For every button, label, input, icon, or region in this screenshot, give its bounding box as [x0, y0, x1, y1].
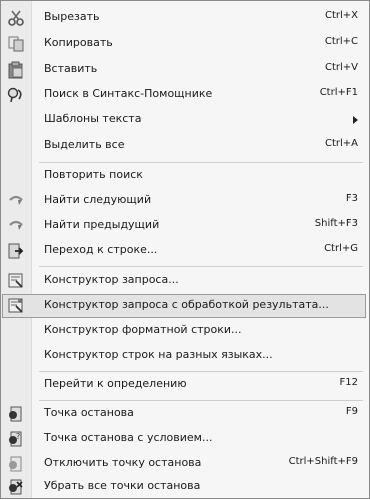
menu-item-cut[interactable]: Вырезать Ctrl+X: [2, 6, 366, 30]
menu-item-disable-breakpoint[interactable]: Отключить точку останова Ctrl+Shift+F9: [2, 452, 366, 476]
syntax-helper-search-icon: [7, 86, 25, 104]
disable-breakpoint-icon: [7, 455, 25, 473]
menu-item-label: Поиск в Синтакс-Помощнике: [44, 87, 213, 100]
menu-item-repeat-search[interactable]: Повторить поиск: [2, 164, 366, 188]
menu-item-shortcut: Ctrl+C: [324, 36, 358, 47]
paste-icon: [7, 61, 25, 79]
menu-item-shortcut: Shift+F3: [314, 218, 358, 229]
breakpoint-icon: [7, 405, 25, 423]
menu-item-paste[interactable]: Вставить Ctrl+V: [2, 58, 366, 82]
menu-item-label: Найти предыдущий: [44, 218, 160, 231]
menu-item-label: Перейти к определению: [44, 377, 187, 390]
menu-item-label: Вставить: [44, 62, 98, 75]
svg-text:?: ?: [16, 432, 20, 441]
menu-item-label: Точка останова: [44, 406, 134, 419]
query-builder-result-icon: [7, 297, 25, 315]
menu-item-remove-all-breakpoints[interactable]: Убрать все точки останова: [2, 477, 366, 497]
query-builder-icon: [7, 272, 25, 290]
menu-item-syntax-helper-search[interactable]: Поиск в Синтакс-Помощнике Ctrl+F1: [2, 83, 366, 107]
menu-item-shortcut: Ctrl+Shift+F9: [288, 456, 358, 467]
menu-item-shortcut: Ctrl+V: [324, 62, 358, 73]
menu-item-label: Убрать все точки останова: [44, 479, 201, 492]
menu-item-shortcut: Ctrl+F1: [319, 87, 358, 98]
menu-item-conditional-breakpoint[interactable]: ? Точка останова с условием...: [2, 427, 366, 451]
menu-item-goto-definition[interactable]: Перейти к определению F12: [2, 373, 366, 397]
menu-item-find-previous[interactable]: Найти предыдущий Shift+F3: [2, 214, 366, 238]
menu-item-format-string-builder[interactable]: Конструктор форматной строки...: [2, 319, 366, 343]
menu-item-goto-line[interactable]: Переход к строке... Ctrl+G: [2, 239, 366, 263]
menu-item-label: Повторить поиск: [44, 168, 143, 181]
menu-item-label: Вырезать: [44, 10, 100, 23]
copy-icon: [7, 35, 25, 53]
menu-item-text-templates[interactable]: Шаблоны текста: [2, 108, 366, 132]
menu-separator: [39, 266, 363, 267]
find-next-icon: [7, 192, 25, 210]
conditional-breakpoint-icon: ?: [7, 430, 25, 448]
menu-item-breakpoint[interactable]: Точка останова F9: [2, 402, 366, 426]
menu-item-shortcut: Ctrl+X: [324, 10, 358, 21]
menu-separator: [39, 371, 363, 372]
menu-item-query-builder-result[interactable]: Конструктор запроса с обработкой результ…: [2, 294, 366, 318]
menu-item-shortcut: Ctrl+A: [324, 138, 358, 149]
menu-item-label: Конструктор запроса с обработкой результ…: [44, 298, 329, 311]
menu-item-query-builder[interactable]: Конструктор запроса...: [2, 269, 366, 293]
menu-item-label: Конструктор форматной строки...: [44, 323, 242, 336]
menu-separator: [39, 400, 363, 401]
menu-item-label: Отключить точку останова: [44, 456, 202, 469]
menu-item-shortcut: Ctrl+G: [324, 243, 358, 254]
menu-separator: [39, 162, 363, 163]
goto-line-icon: [7, 242, 25, 260]
menu-item-label: Конструктор строк на разных языках...: [44, 348, 273, 361]
submenu-arrow-icon: [353, 116, 358, 124]
menu-item-label: Переход к строке...: [44, 243, 158, 256]
menu-item-label: Шаблоны текста: [44, 112, 142, 125]
context-menu: Вырезать Ctrl+X Копировать Ctrl+C Встави…: [0, 0, 370, 499]
menu-item-label: Конструктор запроса...: [44, 273, 179, 286]
menu-item-find-next[interactable]: Найти следующий F3: [2, 189, 366, 213]
find-previous-icon: [7, 217, 25, 235]
menu-item-shortcut: F3: [345, 193, 358, 204]
menu-item-label: Найти следующий: [44, 193, 152, 206]
menu-item-select-all[interactable]: Выделить все Ctrl+A: [2, 134, 366, 158]
menu-item-copy[interactable]: Копировать Ctrl+C: [2, 32, 366, 56]
menu-item-label: Копировать: [44, 36, 113, 49]
menu-item-label: Точка останова с условием...: [44, 431, 213, 444]
scissors-icon: [7, 9, 25, 27]
menu-item-shortcut: F12: [339, 377, 358, 388]
menu-item-multilanguage-string-builder[interactable]: Конструктор строк на разных языках...: [2, 344, 366, 368]
menu-item-label: Выделить все: [44, 138, 125, 151]
remove-all-breakpoints-icon: [7, 478, 25, 496]
menu-item-shortcut: F9: [345, 406, 358, 417]
